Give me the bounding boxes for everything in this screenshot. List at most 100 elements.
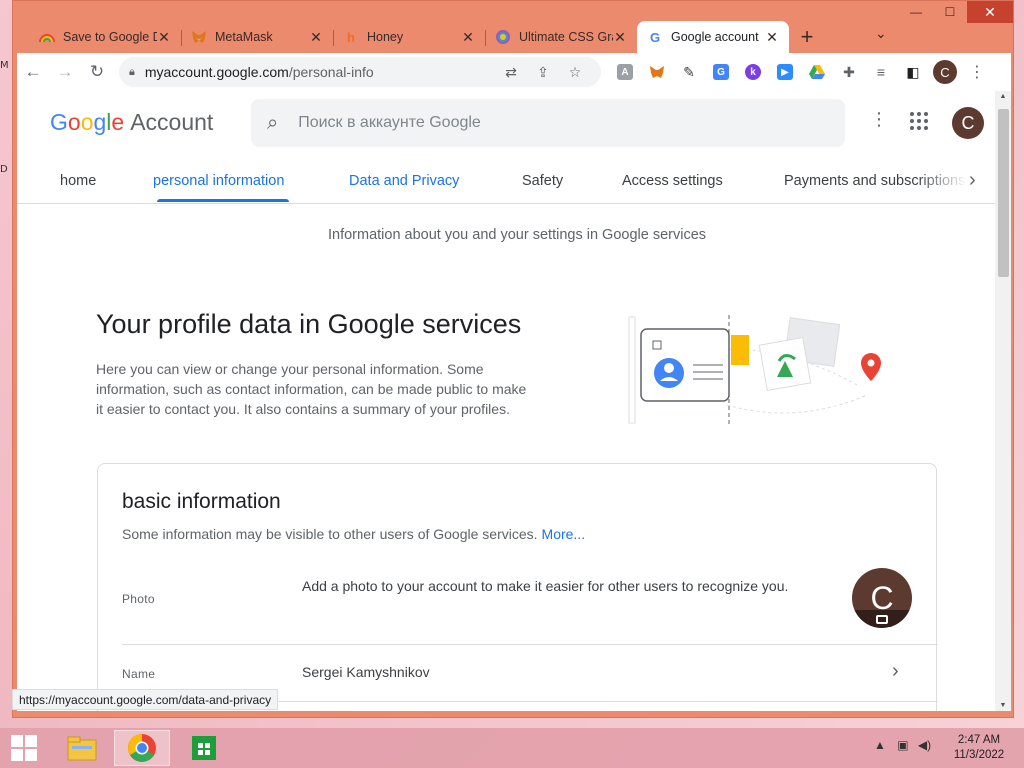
tab-metamask[interactable]: MetaMask ✕ [181, 21, 333, 53]
basic-information-card: basic information Some information may b… [97, 463, 938, 711]
minimize-button[interactable]: — [899, 1, 933, 23]
tab-safety[interactable]: Safety [522, 173, 563, 189]
start-button[interactable] [6, 732, 42, 764]
system-tray: ▲ ▣ ◀) [874, 738, 931, 752]
account-header: Google Account ⌕ Поиск в аккаунте Google … [17, 91, 995, 153]
name-label: Name [122, 667, 156, 681]
card-description-text: Some information may be visible to other… [122, 526, 538, 542]
tab-access-settings[interactable]: Access settings [622, 173, 723, 189]
extensions-bar: A ✎ G k ▶ ✚ ≡ ◧ C ⋮ [609, 57, 993, 87]
share-icon[interactable]: ⇪ [527, 64, 559, 81]
account-nav-tabs: home personal information Data and Priva… [17, 161, 995, 204]
profile-button[interactable]: C [929, 57, 961, 87]
forward-arrow-icon[interactable]: → [49, 56, 81, 88]
browser-toolbar: ← → ↻ 🔒︎ myaccount.google.com/personal-i… [17, 53, 1011, 91]
tab-close-icon[interactable]: ✕ [765, 29, 779, 46]
tab-honey[interactable]: h Honey ✕ [333, 21, 485, 53]
extension-k-icon[interactable]: k [737, 57, 769, 87]
tab-google-account[interactable]: G Google account ✕ [637, 21, 789, 53]
chevron-right-icon[interactable]: › [969, 169, 976, 192]
tab-close-icon[interactable]: ✕ [309, 29, 323, 46]
tab-close-icon[interactable]: ✕ [461, 29, 475, 46]
tab-title: Google account [671, 30, 759, 44]
hero-description: Here you can view or change your persona… [96, 361, 527, 417]
extension-metamask-icon[interactable] [641, 57, 673, 87]
reload-icon[interactable]: ↻ [81, 56, 113, 88]
tab-home[interactable]: home [60, 173, 96, 189]
side-panel-icon[interactable]: ◧ [897, 57, 929, 87]
back-arrow-icon[interactable]: ← [17, 56, 49, 88]
desktop-edge-label-2: D [0, 164, 8, 175]
drive-rainbow-icon [39, 29, 55, 45]
windows-taskbar: ▲ ▣ ◀) 2:47 AM 11/3/2022 [0, 728, 1024, 768]
photo-row[interactable]: Photo Add a photo to your account to mak… [122, 562, 938, 644]
profile-avatar: C [933, 60, 957, 84]
tab-close-icon[interactable]: ✕ [157, 29, 171, 46]
tab-css-gradient[interactable]: Ultimate CSS Gradient Generator ✕ [485, 21, 637, 53]
tabs-fade [917, 161, 967, 201]
tab-title: Save to Google Drive [63, 30, 157, 44]
address-bar[interactable]: 🔒︎ myaccount.google.com/personal-info ⇄ … [119, 57, 601, 87]
store-icon[interactable] [176, 730, 232, 766]
clock-date: 11/3/2022 [953, 749, 1005, 761]
tab-title: Ultimate CSS Gradient Generator [519, 30, 613, 44]
google-apps-icon[interactable] [907, 109, 931, 133]
url-host: myaccount.google.com [144, 64, 289, 80]
new-tab-button[interactable]: + [789, 21, 825, 53]
scrollbar-thumb[interactable] [998, 109, 1009, 277]
card-title: basic information [122, 490, 281, 513]
account-avatar[interactable]: C [952, 107, 984, 139]
url-path: /personal-info [288, 64, 374, 80]
name-value: Sergei Kamyshnikov [302, 664, 430, 680]
bookmark-star-icon[interactable]: ☆ [559, 64, 591, 81]
chrome-taskbar-icon[interactable] [114, 730, 170, 766]
metamask-fox-icon [191, 29, 207, 45]
scroll-up-arrow-icon[interactable]: ▲ [995, 93, 1011, 100]
lock-icon[interactable]: 🔒︎ [129, 66, 135, 79]
browser-menu-icon[interactable]: ⋮ [961, 57, 993, 87]
google-g-icon: G [649, 29, 661, 45]
reading-list-icon[interactable]: ≡ [865, 57, 897, 87]
window-controls: — ☐ ✕ [899, 1, 1013, 23]
camera-icon [852, 610, 912, 628]
close-window-button[interactable]: ✕ [967, 1, 1013, 23]
tab-title: MetaMask [215, 30, 273, 44]
file-explorer-icon[interactable] [54, 730, 110, 766]
browser-titlebar: Save to Google Drive ✕ MetaMask ✕ h Hone… [13, 1, 1013, 53]
extensions-puzzle-icon[interactable]: ✚ [833, 57, 865, 87]
more-link[interactable]: More... [542, 526, 586, 542]
more-options-icon[interactable]: ⋮ [869, 109, 889, 130]
tray-expand-icon[interactable]: ▲ [874, 738, 886, 752]
tab-title: Honey [367, 30, 404, 44]
honey-icon: h [347, 29, 355, 45]
google-account-logo[interactable]: Google Account [50, 109, 213, 136]
tab-personal-information[interactable]: personal information [153, 173, 284, 189]
active-tab-indicator [157, 199, 289, 202]
profile-photo[interactable]: C [852, 568, 912, 628]
translate-icon[interactable]: ⇄ [495, 64, 527, 81]
extension-google-translate-icon[interactable]: G [705, 57, 737, 87]
extension-eyedropper-icon[interactable]: ✎ [673, 57, 705, 87]
url-text[interactable]: myaccount.google.com/personal-info [145, 64, 495, 80]
gradient-icon [495, 29, 511, 45]
tab-save-to-drive[interactable]: Save to Google Drive ✕ [29, 21, 181, 53]
extension-google-drive-icon[interactable] [801, 57, 833, 87]
maximize-button[interactable]: ☐ [933, 1, 967, 23]
chevron-right-icon[interactable]: › [892, 660, 899, 683]
network-icon[interactable]: ▣ [897, 738, 908, 752]
scroll-down-arrow-icon[interactable]: ▼ [995, 702, 1011, 709]
search-placeholder[interactable]: Поиск в аккаунте Google [298, 114, 481, 132]
page-subtitle: Information about you and your settings … [327, 227, 707, 243]
taskbar-clock[interactable]: 2:47 AM 11/3/2022 [944, 733, 1014, 763]
extension-zoom-icon[interactable]: ▶ [769, 57, 801, 87]
tab-close-icon[interactable]: ✕ [613, 29, 627, 46]
volume-icon[interactable]: ◀) [918, 738, 931, 752]
page-scrollbar[interactable]: ▲ ▼ [995, 91, 1011, 711]
desktop-edge-label-1: M [0, 60, 9, 71]
search-icon[interactable]: ⌕ [267, 112, 278, 135]
profile-illustration [628, 315, 881, 425]
extension-translator-icon[interactable]: A [609, 57, 641, 87]
tab-search-chevron-icon[interactable]: ⌄ [875, 25, 887, 42]
tab-data-and-privacy[interactable]: Data and Privacy [349, 173, 459, 189]
account-search-box[interactable]: ⌕ Поиск в аккаунте Google [251, 99, 845, 147]
